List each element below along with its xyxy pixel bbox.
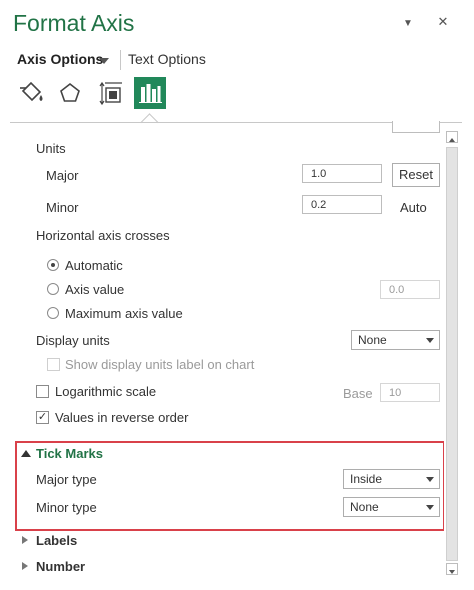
pane-title: Format Axis: [13, 10, 135, 36]
minor-unit-label: Minor: [46, 200, 79, 215]
expand-triangle-icon[interactable]: [22, 562, 28, 570]
collapse-triangle-icon[interactable]: [21, 450, 31, 457]
minor-type-label: Minor type: [36, 500, 97, 515]
section-number[interactable]: Number: [36, 559, 85, 574]
scroll-up-button[interactable]: [446, 131, 458, 143]
major-type-label: Major type: [36, 472, 97, 487]
axis-options-icon: [139, 84, 162, 103]
fill-line-icon: [20, 81, 43, 102]
checkmark-icon: ✓: [37, 411, 48, 423]
close-button[interactable]: ✕: [433, 12, 453, 32]
log-scale-checkbox[interactable]: [36, 385, 49, 398]
scroll-down-icon: [449, 570, 455, 574]
chevron-down-icon: [426, 338, 434, 343]
fill-line-button[interactable]: [16, 77, 48, 109]
major-unit-input[interactable]: 1.0: [302, 164, 382, 183]
log-scale-label[interactable]: Logarithmic scale: [55, 384, 156, 399]
size-properties-button[interactable]: [95, 77, 127, 109]
chevron-down-icon: [426, 505, 434, 510]
axis-value-input[interactable]: 0.0: [380, 280, 440, 299]
cut-off-input: [392, 121, 440, 133]
major-unit-label: Major: [46, 168, 79, 183]
size-properties-icon: [99, 81, 122, 106]
minor-type-select[interactable]: None: [343, 497, 440, 517]
reverse-order-checkbox[interactable]: ✓: [36, 411, 49, 424]
chevron-down-icon[interactable]: [99, 58, 109, 64]
display-units-value: None: [358, 333, 387, 347]
units-heading: Units: [36, 141, 66, 156]
display-units-label: Display units: [36, 333, 110, 348]
display-units-select[interactable]: None: [351, 330, 440, 350]
radio-maximum-label[interactable]: Maximum axis value: [65, 306, 183, 321]
radio-axis-value[interactable]: [47, 283, 59, 295]
reset-button[interactable]: Reset: [392, 163, 440, 187]
radio-automatic-label[interactable]: Automatic: [65, 258, 123, 273]
tab-text-options[interactable]: Text Options: [128, 51, 206, 67]
pane-options-dropdown[interactable]: ▼: [398, 12, 418, 32]
effects-icon: [60, 82, 80, 102]
axis-crosses-heading: Horizontal axis crosses: [36, 228, 170, 243]
scroll-down-button[interactable]: [446, 563, 458, 575]
tick-marks-heading[interactable]: Tick Marks: [36, 446, 103, 461]
minor-unit-input[interactable]: 0.2: [302, 195, 382, 214]
show-units-label-checkbox[interactable]: [47, 358, 60, 371]
section-labels[interactable]: Labels: [36, 533, 77, 548]
reverse-order-label[interactable]: Values in reverse order: [55, 410, 188, 425]
major-type-value: Inside: [350, 472, 383, 486]
tab-separator: [120, 50, 121, 70]
scrollbar-thumb[interactable]: [446, 147, 458, 561]
base-input[interactable]: 10: [380, 383, 440, 402]
expand-triangle-icon[interactable]: [22, 536, 28, 544]
effects-button[interactable]: [54, 77, 86, 109]
minor-auto-label: Auto: [400, 200, 427, 215]
scroll-up-icon: [449, 138, 455, 142]
show-units-label-text: Show display units label on chart: [65, 357, 255, 372]
tab-axis-options[interactable]: Axis Options: [17, 51, 103, 67]
chevron-down-icon: ▼: [403, 18, 413, 29]
radio-maximum[interactable]: [47, 307, 59, 319]
axis-options-button[interactable]: [134, 77, 166, 109]
minor-type-value: None: [350, 500, 379, 514]
chevron-down-icon: [426, 477, 434, 482]
radio-automatic[interactable]: [47, 259, 59, 271]
close-icon: ✕: [437, 14, 449, 29]
radio-axis-value-label[interactable]: Axis value: [65, 282, 124, 297]
major-type-select[interactable]: Inside: [343, 469, 440, 489]
base-label: Base: [343, 386, 373, 401]
